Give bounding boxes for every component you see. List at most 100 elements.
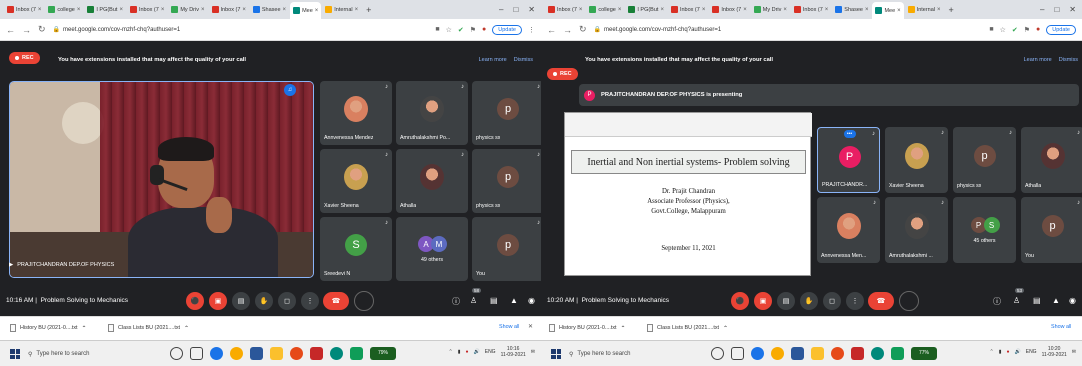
more-options-icon[interactable]: ••• — [843, 130, 856, 138]
learn-more-link[interactable]: Learn more — [1024, 57, 1052, 63]
participant-tile[interactable]: Athalla ♪ — [1021, 127, 1082, 193]
leave-call-button[interactable]: ☎ — [323, 292, 349, 310]
chat-icon[interactable]: ▤ — [1033, 296, 1041, 305]
word-icon[interactable] — [250, 347, 263, 360]
close-icon[interactable]: × — [242, 7, 246, 13]
download-item[interactable]: Class Lists BU (2021....txt ⌃ — [647, 324, 728, 332]
cast-icon[interactable]: ■ — [435, 26, 439, 33]
forward-icon[interactable]: → — [22, 25, 31, 35]
firefox-icon[interactable] — [831, 347, 844, 360]
chevron-up-icon[interactable]: ⌃ — [184, 325, 189, 332]
tab-5[interactable]: Inbox (7 × — [709, 2, 749, 17]
tab-6[interactable]: My Driv × — [751, 2, 790, 17]
close-icon[interactable]: × — [38, 7, 42, 13]
tab-7[interactable]: Shasee × — [250, 2, 289, 17]
present-button[interactable]: ◻ — [278, 292, 296, 310]
update-button[interactable]: Update — [492, 24, 522, 35]
participant-tile[interactable]: P S 45 others — [953, 197, 1016, 263]
close-icon[interactable]: × — [825, 7, 829, 13]
leave-call-button[interactable]: ☎ — [868, 292, 894, 310]
host-controls-icon[interactable]: ◉ — [1069, 296, 1076, 305]
raise-hand-button[interactable]: ✋ — [800, 292, 818, 310]
show-all-button[interactable]: Show all — [1051, 324, 1071, 330]
raise-hand-button[interactable]: ✋ — [255, 292, 273, 310]
cortana-icon[interactable] — [170, 347, 183, 360]
menu-icon[interactable]: ⋮ — [528, 26, 535, 34]
tab-3[interactable]: I PG(But × — [625, 2, 667, 17]
participant-tile[interactable]: P PRAJITCHANDR... ♪ ••• — [817, 127, 880, 193]
close-icon[interactable]: × — [783, 7, 787, 13]
download-item[interactable]: Class Lists BU (2021....txt ⌃ — [108, 324, 189, 332]
edge-icon[interactable] — [751, 347, 764, 360]
windows-start-icon[interactable] — [551, 349, 561, 359]
star-icon[interactable]: ☆ — [446, 26, 452, 34]
edge-icon[interactable] — [210, 347, 223, 360]
back-icon[interactable]: ← — [6, 25, 15, 35]
dismiss-link[interactable]: Dismiss — [514, 57, 533, 63]
chrome-icon[interactable] — [230, 347, 243, 360]
cast-icon[interactable]: ■ — [989, 26, 993, 33]
notifications-icon[interactable]: ✉ — [531, 349, 535, 355]
present-button[interactable]: ◻ — [823, 292, 841, 310]
explorer-icon[interactable] — [270, 347, 283, 360]
activities-icon[interactable]: ▲ — [1052, 296, 1060, 305]
learn-more-link[interactable]: Learn more — [479, 57, 507, 63]
close-icon[interactable]: × — [618, 7, 622, 13]
tab-6[interactable]: Inbox (7 × — [209, 2, 249, 17]
camera-off-button[interactable]: ▣ — [754, 292, 772, 310]
tab-2[interactable]: college × — [586, 2, 624, 17]
new-tab-button[interactable]: + — [945, 5, 958, 15]
download-item[interactable]: History BU (2021-0....txt ⌃ — [10, 324, 87, 332]
tab-2[interactable]: college × — [45, 2, 83, 17]
close-icon[interactable]: × — [161, 7, 165, 13]
check-icon[interactable]: ✔ — [1012, 26, 1018, 34]
volume-icon[interactable]: 🔊 — [1015, 349, 1021, 355]
app-icon[interactable] — [330, 347, 343, 360]
participant-tile[interactable]: p physics sx ♪ — [953, 127, 1016, 193]
tab-8[interactable]: Mee × — [290, 2, 322, 19]
battery-app-icon[interactable]: 79% — [370, 347, 396, 360]
participant-tile[interactable]: Annvenessa Men... ♪ — [817, 197, 880, 263]
puzzle-icon[interactable]: ⚑ — [470, 26, 476, 34]
tab-3[interactable]: I PG(But × — [84, 2, 126, 17]
sheets-app-icon[interactable] — [891, 347, 904, 360]
powerpoint-icon[interactable] — [851, 347, 864, 360]
update-button[interactable]: Update — [1046, 24, 1076, 35]
maximize-icon[interactable]: □ — [513, 5, 518, 14]
close-icon[interactable]: × — [579, 7, 583, 13]
tab-7[interactable]: Inbox (7 × — [791, 2, 831, 17]
chevron-up-icon[interactable]: ⌃ — [82, 325, 87, 332]
participant-tile[interactable]: Xavier Sheena ♪ — [320, 149, 392, 213]
close-window-icon[interactable]: ✕ — [1069, 5, 1076, 14]
speaker-video[interactable] — [9, 81, 314, 278]
reload-icon[interactable]: ↻ — [38, 24, 46, 35]
back-icon[interactable]: ← — [547, 25, 556, 35]
close-icon[interactable]: × — [119, 7, 123, 13]
clock[interactable]: 10:20 11-09-2021 — [1042, 346, 1067, 358]
volume-icon[interactable]: 🔊 — [474, 349, 480, 355]
check-icon[interactable]: ✔ — [458, 26, 464, 34]
show-all-button[interactable]: Show all — [499, 324, 519, 330]
explorer-icon[interactable] — [811, 347, 824, 360]
forward-icon[interactable]: → — [563, 25, 572, 35]
task-view-icon[interactable] — [190, 347, 203, 360]
info-icon[interactable]: ⓘ — [993, 296, 1001, 307]
minimize-icon[interactable]: – — [499, 5, 503, 14]
participant-tile[interactable]: A M 49 others — [396, 217, 468, 281]
chevron-up-icon[interactable]: ⌃ — [621, 325, 626, 332]
star-icon[interactable]: ☆ — [1000, 26, 1006, 34]
new-tab-button[interactable]: + — [362, 5, 375, 15]
info-icon[interactable]: ⓘ — [452, 296, 460, 307]
profile-icon[interactable]: ● — [482, 26, 486, 33]
mic-off-button[interactable]: ⚫ — [731, 292, 749, 310]
close-icon[interactable]: ✕ — [528, 323, 533, 330]
participant-tile[interactable]: Annvenessa Mendez ♪ — [320, 81, 392, 145]
url-field[interactable]: 🔒 meet.google.com/cov-mzhf-chq?authuser=1 — [594, 26, 983, 34]
activity-ring[interactable] — [899, 291, 919, 311]
more-options-button[interactable]: ⋮ — [846, 292, 864, 310]
battery-app-icon[interactable]: 77% — [911, 347, 937, 360]
tab-4[interactable]: Inbox (7 × — [668, 2, 708, 17]
language-indicator[interactable]: ENG — [485, 349, 496, 355]
puzzle-icon[interactable]: ⚑ — [1024, 26, 1030, 34]
minimize-icon[interactable]: – — [1040, 5, 1044, 14]
